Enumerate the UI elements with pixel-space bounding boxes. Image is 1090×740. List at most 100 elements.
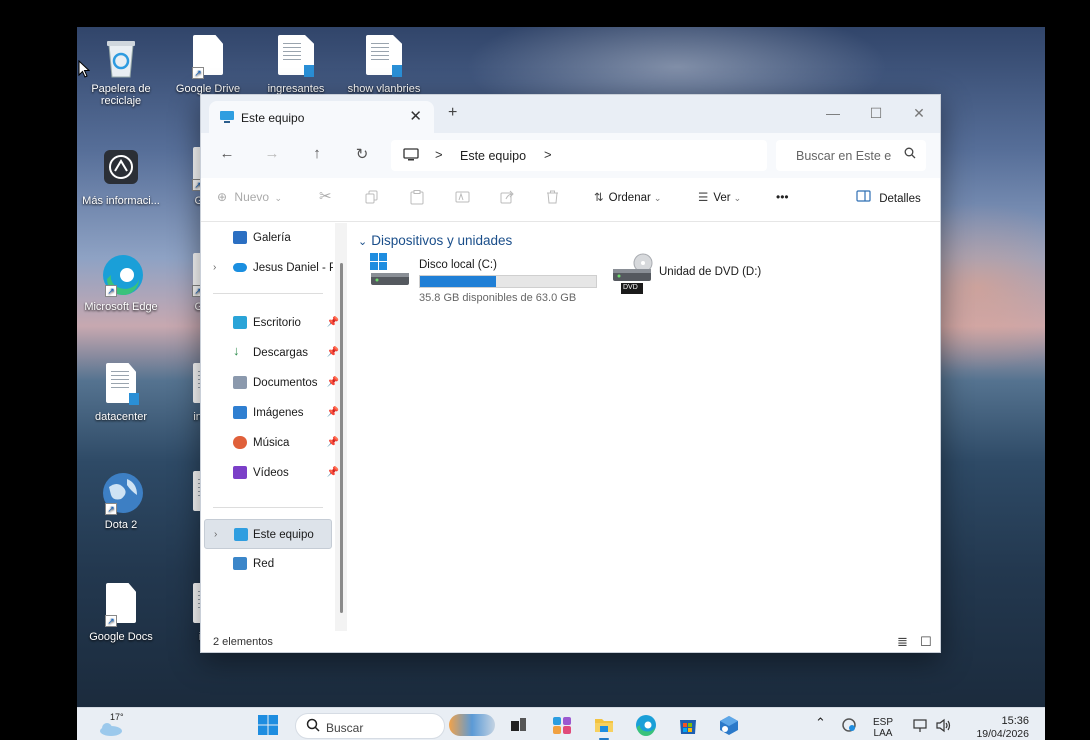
pin-icon[interactable]: 📌 bbox=[327, 407, 339, 418]
sidebar-item-galeria[interactable]: Galería bbox=[201, 223, 341, 253]
drive-c-free-space: 35.8 GB disponibles de 63.0 GB bbox=[419, 292, 577, 304]
music-icon bbox=[233, 436, 247, 449]
paste-icon[interactable] bbox=[410, 190, 424, 208]
new-tab-button[interactable]: + bbox=[448, 104, 457, 122]
up-button[interactable]: ↑ bbox=[306, 145, 328, 162]
pin-icon[interactable]: 📌 bbox=[327, 317, 339, 328]
sync-status-icon[interactable] bbox=[841, 717, 857, 736]
details-button[interactable]: Detalles bbox=[856, 190, 921, 205]
start-button[interactable] bbox=[257, 714, 279, 736]
navigation-pane[interactable]: Galería › Jesus Daniel - Pe Escritorio 📌… bbox=[201, 223, 348, 631]
desktop-icon-microsoft-edge[interactable]: ↗ Microsoft Edge bbox=[77, 253, 166, 313]
content-area[interactable]: ⌄ Dispositivos y unidades Disco local (C:… bbox=[351, 223, 940, 631]
tab-este-equipo[interactable]: Este equipo ✕ bbox=[209, 101, 434, 133]
sidebar-item-onedrive[interactable]: › Jesus Daniel - Pe bbox=[201, 253, 341, 283]
shortcut-arrow-icon: ↗ bbox=[105, 285, 117, 297]
pin-icon[interactable]: 📌 bbox=[327, 347, 339, 358]
sidebar-item-musica[interactable]: Música 📌 bbox=[201, 428, 341, 458]
file-explorer-window[interactable]: Este equipo ✕ + — ☐ ✕ ← → ↑ ↻ > Este equ… bbox=[200, 94, 941, 653]
back-button[interactable]: ← bbox=[216, 145, 238, 162]
store-icon[interactable] bbox=[677, 714, 699, 736]
title-bar[interactable]: Este equipo ✕ + — ☐ ✕ bbox=[201, 95, 940, 133]
shortcut-arrow-icon: ↗ bbox=[105, 615, 117, 627]
task-view-icon[interactable] bbox=[507, 714, 529, 736]
view-icon: ☰ bbox=[698, 192, 709, 204]
chevron-right-icon: › bbox=[214, 529, 218, 540]
network-icon bbox=[233, 557, 247, 570]
refresh-button[interactable]: ↻ bbox=[351, 145, 373, 163]
forward-button[interactable]: → bbox=[261, 145, 283, 162]
sort-icon: ⇅ bbox=[594, 192, 604, 204]
file-explorer-taskbar-icon[interactable] bbox=[593, 714, 615, 740]
sidebar-item-descargas[interactable]: ↓ Descargas 📌 bbox=[201, 338, 341, 368]
breadcrumb-separator-icon[interactable]: > bbox=[435, 147, 443, 162]
shortcut-arrow-icon: ↗ bbox=[192, 67, 204, 79]
breadcrumb-este-equipo[interactable]: Este equipo bbox=[460, 149, 526, 163]
copy-icon[interactable] bbox=[365, 190, 379, 207]
tiles-view-icon[interactable]: ☐ bbox=[920, 634, 932, 650]
pin-icon[interactable]: 📌 bbox=[327, 467, 339, 478]
sidebar-item-red[interactable]: Red bbox=[201, 549, 341, 579]
network-icon[interactable] bbox=[913, 718, 929, 736]
language-indicator[interactable]: ESP LAA bbox=[873, 717, 893, 739]
sidebar-item-escritorio[interactable]: Escritorio 📌 bbox=[201, 308, 341, 338]
desktop-icon-recycle-bin[interactable]: Papelera de reciclaje bbox=[77, 35, 166, 107]
taskbar-search[interactable]: Buscar bbox=[295, 713, 445, 739]
weather-widget[interactable]: 17° bbox=[95, 712, 135, 738]
desktop-icon-label: datacenter bbox=[95, 411, 147, 423]
search-placeholder: Buscar en Este e bbox=[796, 149, 892, 163]
desktop-icon-label: Microsoft Edge bbox=[84, 301, 158, 313]
desktop-icon-datacenter[interactable]: datacenter bbox=[77, 363, 166, 423]
chevron-down-icon: ⌄ bbox=[274, 193, 282, 203]
desktop-icon-show-vlanbries[interactable]: show vlanbries bbox=[339, 35, 429, 95]
rename-icon[interactable] bbox=[455, 190, 470, 207]
cut-icon[interactable]: ✂ bbox=[319, 187, 332, 205]
edge-icon: ↗ bbox=[101, 253, 143, 297]
desktop-icon-mas-informacion[interactable]: Más informaci... bbox=[77, 147, 166, 207]
sidebar-item-documentos[interactable]: Documentos 📌 bbox=[201, 368, 341, 398]
desktop-icon-google-drive[interactable]: ↗ Google Drive bbox=[163, 35, 253, 95]
desktop-icon-google-docs[interactable]: ↗ Google Docs bbox=[77, 583, 166, 643]
pin-icon[interactable]: 📌 bbox=[327, 377, 339, 388]
mouse-cursor-icon bbox=[78, 60, 90, 78]
widget-banner-icon[interactable] bbox=[449, 714, 495, 736]
plus-circle-icon: ⊕ bbox=[217, 190, 228, 204]
copilot-icon[interactable] bbox=[551, 714, 573, 736]
desktop-icon-ingresantes[interactable]: ingresantes bbox=[251, 35, 341, 95]
drive-c[interactable]: Disco local (C:) 35.8 GB disponibles de … bbox=[369, 253, 599, 304]
drive-dvd-name: Unidad de DVD (D:) bbox=[659, 266, 762, 278]
sort-button[interactable]: ⇅ Ordenar ⌄ bbox=[594, 190, 661, 204]
desktop-icon-dota-2[interactable]: ↗ Dota 2 bbox=[77, 471, 166, 531]
document-icon: ↗ bbox=[101, 583, 141, 627]
delete-icon[interactable] bbox=[546, 190, 559, 207]
minimize-button[interactable]: — bbox=[818, 101, 848, 125]
clock-time: 15:36 bbox=[1001, 715, 1029, 727]
info-app-icon bbox=[101, 147, 141, 191]
sidebar-item-label: Este equipo bbox=[253, 529, 314, 541]
drive-dvd[interactable]: DVD Unidad de DVD (D:) bbox=[611, 253, 811, 303]
status-bar: 2 elementos ≣ ☐ bbox=[201, 631, 940, 652]
edge-taskbar-icon[interactable] bbox=[635, 714, 657, 736]
clock[interactable]: 15:36 19/04/2026 bbox=[969, 716, 1029, 740]
sidebar-item-este-equipo[interactable]: › Este equipo bbox=[204, 519, 332, 549]
more-options-button[interactable]: ••• bbox=[776, 190, 789, 204]
close-tab-icon[interactable]: ✕ bbox=[409, 107, 422, 125]
close-window-button[interactable]: ✕ bbox=[904, 101, 934, 125]
sidebar-item-videos[interactable]: Vídeos 📌 bbox=[201, 458, 341, 488]
details-view-icon[interactable]: ≣ bbox=[897, 634, 908, 650]
maximize-button[interactable]: ☐ bbox=[861, 101, 891, 125]
view-button[interactable]: ☰ Ver ⌄ bbox=[698, 190, 741, 204]
group-header[interactable]: ⌄ Dispositivos y unidades bbox=[358, 233, 512, 248]
breadcrumb-chevron-icon[interactable]: > bbox=[544, 147, 552, 162]
sidebar-item-label: Vídeos bbox=[253, 467, 289, 479]
volume-icon[interactable] bbox=[935, 718, 953, 736]
address-bar[interactable]: > Este equipo > bbox=[391, 140, 767, 171]
new-button[interactable]: ⊕ Nuevo ⌄ bbox=[217, 190, 282, 204]
pin-icon[interactable]: 📌 bbox=[327, 437, 339, 448]
sidebar-item-imagenes[interactable]: Imágenes 📌 bbox=[201, 398, 341, 428]
search-box[interactable]: Buscar en Este e bbox=[776, 140, 926, 171]
text-file-icon bbox=[276, 35, 316, 79]
share-icon[interactable] bbox=[500, 190, 515, 207]
show-hidden-icons-chevron[interactable]: ⌃ bbox=[815, 716, 826, 729]
app-cube-icon[interactable] bbox=[718, 714, 740, 736]
